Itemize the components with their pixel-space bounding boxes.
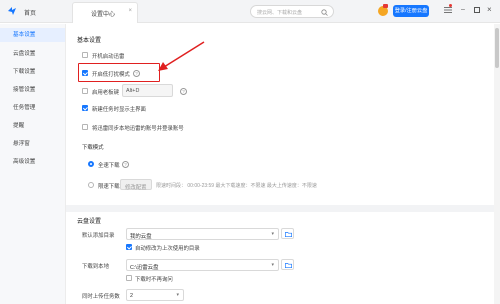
modify-config-button[interactable]: 修改配置 [120,179,152,191]
show-main-ui-checkbox[interactable] [82,105,88,111]
search-placeholder: 搜云网、下载和云盘 [257,10,303,17]
sidebar-item-advanced[interactable]: 高级设置 [0,155,65,169]
boss-key-field[interactable]: Alt+D [122,84,173,97]
home-tab-label[interactable]: 首页 [24,8,36,17]
modify-config-label: 修改配置 [125,184,147,191]
menu-icon[interactable] [444,6,452,14]
sidebar-item-cloud[interactable]: 云盘设置 [0,47,65,61]
default-dir-label: 默认添加目录 [82,233,115,239]
boss-key-checkbox[interactable] [82,88,88,94]
full-speed-radio[interactable] [88,161,94,167]
auto-change-dir-checkbox[interactable] [126,244,132,250]
red-highlight-box [78,63,160,82]
sidebar-item-takeover[interactable]: 接管设置 [0,83,65,97]
search-icon[interactable] [321,8,328,16]
upload-tasks-value: 2 [130,292,133,299]
default-dir-folder-button[interactable] [281,228,294,239]
section-divider [66,205,494,212]
notification-dot [449,4,452,7]
download-local-folder-button[interactable] [281,259,294,270]
chevron-down-icon: ▾ [271,231,274,237]
login-register-button[interactable]: 登录/注册云盘 [393,5,429,17]
sidebar-item-reminder[interactable]: 提醒 [0,119,65,133]
chevron-down-icon: ▾ [271,262,274,268]
title-bar: 首页 设置中心 × 搜云网、下载和云盘 登录/注册云盘 – × [0,0,500,23]
download-mode-title: 下载模式 [82,145,104,151]
boss-key-label: 启用老板键 [92,90,119,96]
close-window-button[interactable]: × [487,5,492,14]
basic-settings-title: 基本设置 [77,38,102,44]
annotation-arrow-icon [158,41,205,71]
download-local-select[interactable]: C:\迅雷云盘 ▾ [126,259,279,271]
vip-badge-icon [383,4,388,8]
auto-change-dir-label: 自动修改为上次使用的目录 [135,246,200,252]
limit-info-text: 限速时间段： 00:00-23:59 最大下载速度：不限速 最大上传速度：不限速 [156,183,317,189]
settings-sidebar: 基本设置 云盘设置 下载设置 接管设置 任务管理 提醒 悬浮窗 高级设置 [0,24,66,304]
show-main-ui-label: 新建任务时显示主界面 [92,107,146,113]
search-input[interactable]: 搜云网、下载和云盘 [250,5,334,18]
autostart-checkbox[interactable] [82,52,88,58]
sync-account-label: 将迅雷同步本地迅雷的账号并登录账号 [92,126,184,132]
download-local-value: C:\迅雷云盘 [130,264,159,271]
upload-tasks-select[interactable]: 2 ▾ [126,289,184,301]
minimize-button[interactable]: – [461,6,465,13]
no-ask-label: 下载时不再询问 [135,277,173,283]
autostart-label: 开机启动迅雷 [92,54,125,60]
sync-account-checkbox[interactable] [82,124,88,130]
chevron-down-icon: ▾ [176,292,179,298]
limited-speed-label: 限速下载 [98,184,120,190]
tab-settings-center[interactable]: 设置中心 × [72,2,138,23]
sidebar-item-download[interactable]: 下载设置 [0,65,65,79]
tab-close-icon[interactable]: × [128,8,132,14]
sidebar-item-task-manage[interactable]: 任务管理 [0,101,65,115]
boss-key-value: Alt+D [126,88,140,94]
download-local-label: 下载到本地 [82,264,109,270]
boss-key-help-icon[interactable]: ? [180,87,187,95]
cloud-settings-title: 云盘设置 [77,219,102,225]
default-dir-value: 我的云盘 [130,233,152,240]
sidebar-item-floating-window[interactable]: 悬浮窗 [0,137,65,151]
full-speed-label: 全速下载 [98,163,120,169]
folder-icon [285,262,292,268]
folder-icon [285,231,292,237]
maximize-button[interactable] [474,7,480,13]
xunlei-logo-icon [8,7,16,15]
limited-speed-radio[interactable] [88,182,94,188]
default-dir-select[interactable]: 我的云盘 ▾ [126,228,279,240]
full-speed-help-icon[interactable]: ? [122,160,129,168]
sidebar-item-basic[interactable]: 基本设置 [0,28,65,42]
scrollbar-thumb[interactable] [495,28,499,68]
no-ask-checkbox[interactable] [126,275,132,281]
upload-tasks-label: 同时上传任务数 [82,294,120,300]
tab-settings-label: 设置中心 [91,12,116,18]
